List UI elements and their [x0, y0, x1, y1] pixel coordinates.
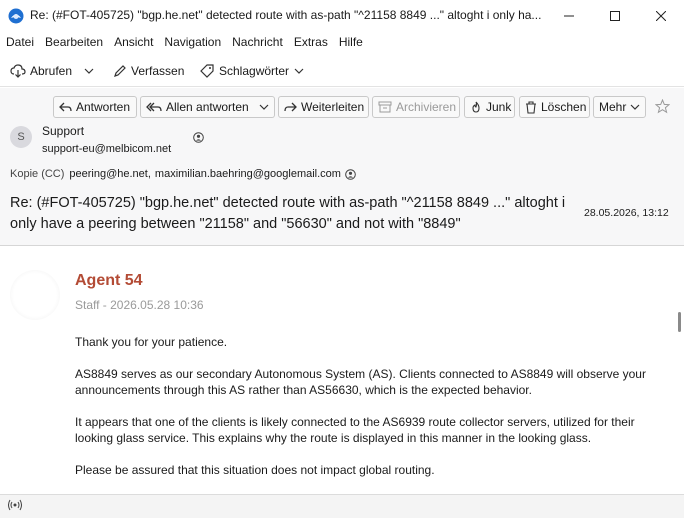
reply-button[interactable]: Antworten: [53, 96, 137, 118]
message-paragraph: Thank you for your patience.: [75, 335, 228, 349]
status-bar: [0, 494, 684, 518]
forward-label: Weiterleiten: [301, 100, 365, 114]
contact-icon[interactable]: [345, 168, 356, 180]
message-paragraph: Please be assured that this situation do…: [75, 463, 435, 477]
archive-label: Archivieren: [396, 100, 457, 114]
message-subject: Re: (#FOT-405725) "bgp.he.net" detected …: [10, 195, 566, 232]
menu-navigation[interactable]: Navigation: [164, 35, 221, 49]
get-mail-button[interactable]: Abrufen: [10, 60, 72, 82]
delete-button[interactable]: Löschen: [519, 96, 590, 118]
agent-meta: Staff - 2026.05.28 10:36: [75, 298, 204, 312]
flame-icon: [472, 101, 480, 113]
more-button[interactable]: Mehr: [593, 96, 646, 118]
forward-icon: [284, 102, 297, 111]
message-date: 28.05.2026, 13:12: [584, 207, 669, 219]
reply-all-button[interactable]: Allen antworten: [140, 96, 254, 118]
reply-icon: [59, 102, 72, 111]
star-icon[interactable]: [654, 98, 671, 117]
archive-button[interactable]: Archivieren: [372, 96, 460, 118]
chevron-down-icon: [259, 104, 268, 110]
menu-nachricht[interactable]: Nachricht: [232, 35, 283, 49]
sender-avatar: S: [10, 126, 32, 148]
menu-bar: Datei Bearbeiten Ansicht Navigation Nach…: [0, 31, 684, 53]
thunderbird-icon: [8, 8, 24, 24]
window-title: Re: (#FOT-405725) "bgp.he.net" detected …: [30, 8, 542, 22]
cc-separator: ,: [147, 168, 151, 180]
trash-icon: [526, 100, 536, 114]
reply-label: Antworten: [76, 100, 131, 114]
delete-label: Löschen: [541, 100, 587, 114]
sender-email[interactable]: support-eu@melbicom.net: [42, 143, 171, 155]
cc-recipient[interactable]: maximilian.baehring@googlemail.com: [155, 168, 341, 180]
archive-icon: [378, 101, 392, 113]
tags-button[interactable]: Schlagwörter: [200, 60, 308, 82]
agent-avatar: [10, 270, 60, 320]
menu-ansicht[interactable]: Ansicht: [114, 35, 153, 49]
menu-datei[interactable]: Datei: [6, 35, 34, 49]
chevron-down-icon: [294, 68, 304, 74]
message-paragraph: AS8849 serves as our secondary Autonomou…: [75, 367, 646, 397]
reply-all-label: Allen antworten: [166, 100, 249, 114]
get-mail-label: Abrufen: [30, 64, 73, 78]
forward-button[interactable]: Weiterleiten: [278, 96, 369, 118]
agent-name: Agent 54: [75, 272, 143, 289]
chevron-down-icon: [630, 104, 640, 110]
menu-hilfe[interactable]: Hilfe: [339, 35, 363, 49]
reply-all-dropdown[interactable]: [253, 96, 275, 118]
close-button[interactable]: [638, 0, 684, 31]
activity-icon[interactable]: [8, 499, 22, 514]
junk-label: Junk: [486, 100, 512, 114]
compose-label: Verfassen: [131, 64, 185, 78]
menu-bearbeiten[interactable]: Bearbeiten: [45, 35, 103, 49]
cc-row: Kopie (CC) peering@he.net, maximilian.ba…: [10, 168, 356, 180]
title-bar: Re: (#FOT-405725) "bgp.he.net" detected …: [0, 0, 684, 31]
tags-label: Schlagwörter: [219, 64, 290, 78]
more-label: Mehr: [599, 100, 627, 114]
sender-name[interactable]: Support: [42, 124, 84, 138]
maximize-button[interactable]: [592, 0, 638, 31]
reply-all-icon: [146, 102, 162, 111]
get-mail-dropdown[interactable]: [84, 60, 98, 82]
pencil-icon: [114, 65, 126, 77]
minimize-button[interactable]: [546, 0, 592, 31]
download-cloud-icon: [10, 64, 26, 78]
cc-recipient[interactable]: peering@he.net: [69, 168, 147, 180]
contact-icon[interactable]: [193, 132, 204, 143]
junk-button[interactable]: Junk: [464, 96, 515, 118]
cc-label: Kopie (CC): [10, 168, 65, 180]
tag-icon: [200, 64, 214, 78]
compose-button[interactable]: Verfassen: [113, 60, 184, 82]
main-toolbar: [0, 55, 684, 87]
menu-extras[interactable]: Extras: [294, 35, 328, 49]
chevron-down-icon: [84, 68, 94, 74]
scrollbar-thumb[interactable]: [678, 312, 681, 332]
message-paragraph: It appears that one of the clients is li…: [75, 415, 635, 445]
